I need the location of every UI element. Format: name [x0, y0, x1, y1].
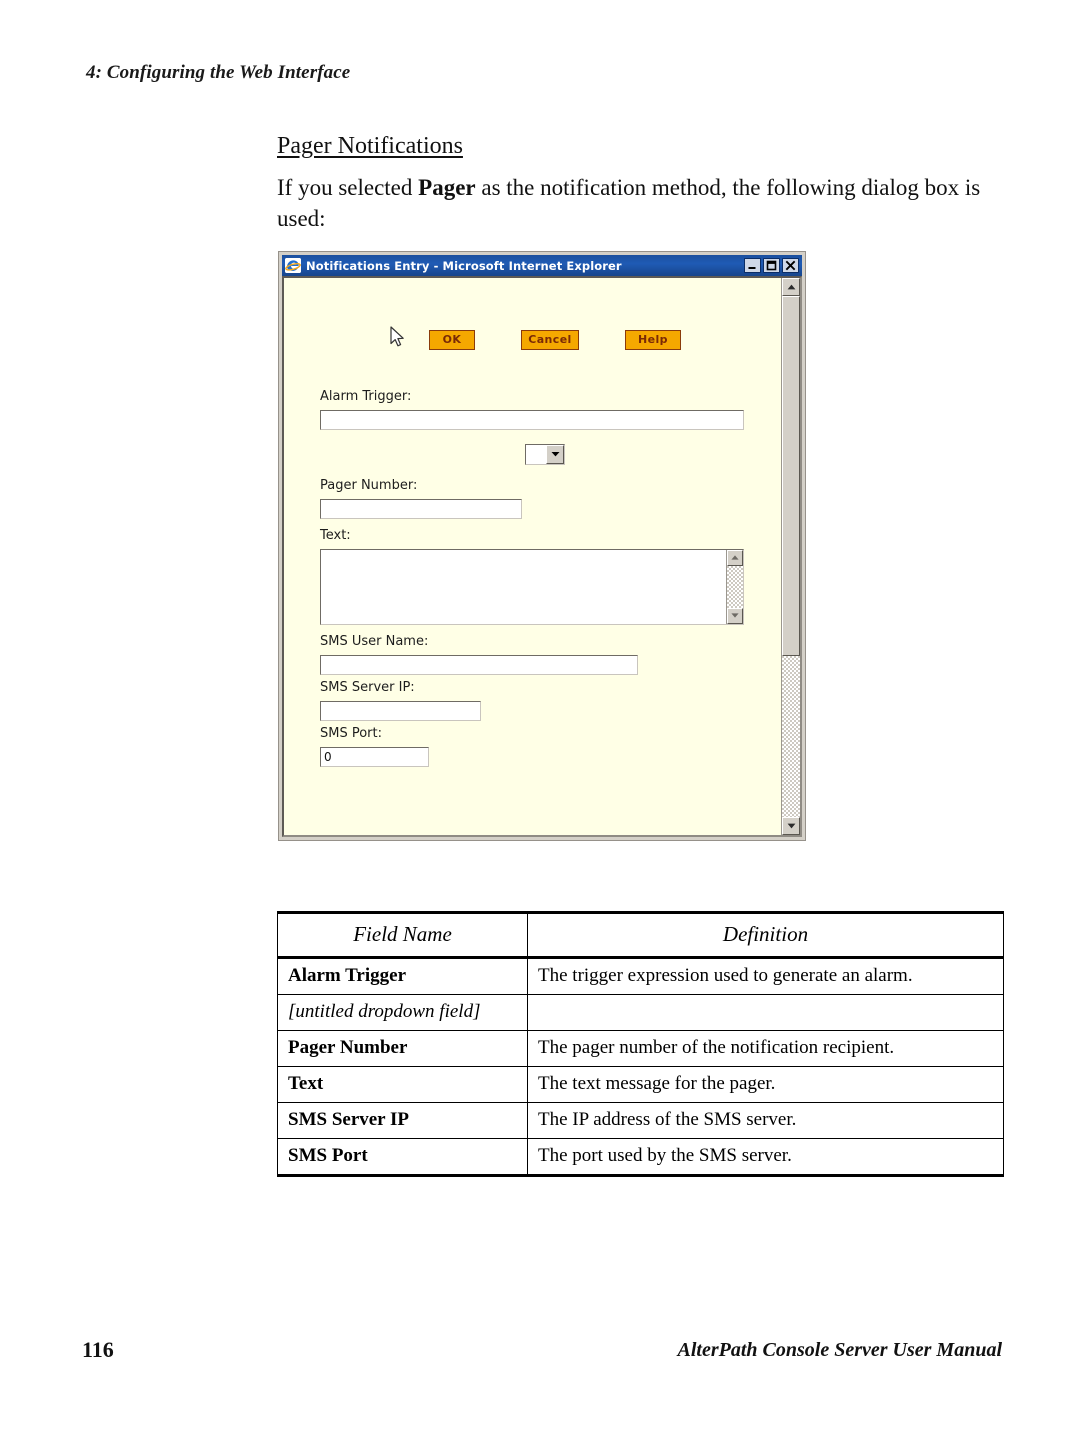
table-row: SMS Server IP The IP address of the SMS …: [277, 1102, 1004, 1139]
cell-field-name: Text: [277, 1066, 528, 1103]
dialog-titlebar[interactable]: Notifications Entry - Microsoft Internet…: [282, 255, 802, 276]
untitled-dropdown[interactable]: [525, 443, 565, 465]
sms-port-input[interactable]: 0: [320, 746, 429, 767]
page-scroll-up-icon[interactable]: [782, 278, 800, 296]
footer-page-number: 116: [82, 1337, 114, 1362]
pager-number-label: Pager Number:: [320, 477, 418, 493]
text-textarea[interactable]: [320, 548, 744, 625]
text-label: Text:: [320, 527, 351, 543]
cell-definition: [527, 994, 1004, 1031]
close-icon[interactable]: [782, 258, 799, 273]
sms-user-name-label: SMS User Name:: [320, 633, 429, 649]
table-row: Alarm Trigger The trigger expression use…: [277, 957, 1004, 995]
intro-paragraph: If you selected Pager as the notificatio…: [277, 172, 1007, 234]
field-definition-table: Field Name Definition Alarm Trigger The …: [277, 911, 1004, 1177]
cell-field-name: Alarm Trigger: [277, 957, 528, 995]
maximize-icon[interactable]: [763, 258, 780, 273]
dialog-button-row: OK Cancel Help: [429, 330, 681, 350]
column-header-definition: Definition: [527, 911, 1004, 959]
minimize-icon[interactable]: [744, 258, 761, 273]
untitled-dropdown-wrap: [320, 443, 775, 465]
textarea-scrollbar[interactable]: [726, 549, 743, 624]
cell-definition: The pager number of the notification rec…: [527, 1030, 1004, 1067]
chevron-down-icon[interactable]: [546, 444, 564, 464]
cell-definition: The trigger expression used to generate …: [527, 957, 1004, 995]
intro-text-before: If you selected: [277, 175, 419, 200]
cell-definition: The port used by the SMS server.: [527, 1138, 1004, 1177]
ok-button[interactable]: OK: [429, 330, 475, 350]
table-row: Text The text message for the pager.: [277, 1066, 1004, 1103]
alarm-trigger-input[interactable]: [320, 409, 744, 430]
dialog-title: Notifications Entry - Microsoft Internet…: [306, 258, 622, 273]
cell-field-name: SMS Port: [277, 1138, 528, 1177]
alarm-trigger-label: Alarm Trigger:: [320, 389, 412, 404]
table-row: SMS Port The port used by the SMS server…: [277, 1138, 1004, 1177]
dialog-client-area: OK Cancel Help Alarm Trigger: Pager Numb…: [282, 276, 802, 837]
table-header-row: Field Name Definition: [277, 911, 1004, 959]
cell-field-name: SMS Server IP: [277, 1102, 528, 1139]
section-heading: Pager Notifications: [277, 133, 463, 159]
mouse-pointer-icon: [389, 326, 407, 350]
table-row: Pager Number The pager number of the not…: [277, 1030, 1004, 1067]
cancel-button[interactable]: Cancel: [521, 330, 579, 350]
dropdown-value: [526, 444, 546, 464]
cell-definition: The IP address of the SMS server.: [527, 1102, 1004, 1139]
footer-manual-title: AlterPath Console Server User Manual: [677, 1339, 1002, 1361]
running-header: 4: Configuring the Web Interface: [86, 62, 351, 83]
page-scrollbar[interactable]: [781, 278, 800, 835]
ie-e-icon: [285, 258, 301, 273]
cell-definition: The text message for the pager.: [527, 1066, 1004, 1103]
dialog-form-content: OK Cancel Help Alarm Trigger: Pager Numb…: [284, 278, 781, 835]
scroll-down-icon[interactable]: [727, 607, 743, 624]
sms-server-ip-input[interactable]: [320, 700, 481, 721]
form-fields: Alarm Trigger: Pager Number: Text: SMS U…: [320, 389, 775, 767]
cell-field-name: [untitled dropdown field]: [277, 994, 528, 1031]
page-scroll-thumb[interactable]: [782, 296, 800, 656]
page-scroll-track[interactable]: [782, 656, 800, 817]
sms-user-name-input[interactable]: [320, 654, 638, 675]
text-textarea-value: [321, 550, 726, 624]
cell-field-name: Pager Number: [277, 1030, 528, 1067]
pager-number-input[interactable]: [320, 498, 522, 519]
page-scroll-down-icon[interactable]: [782, 817, 800, 835]
window-controls: [744, 258, 800, 273]
sms-server-ip-label: SMS Server IP:: [320, 679, 415, 695]
help-button[interactable]: Help: [625, 330, 681, 350]
column-header-field-name: Field Name: [277, 911, 528, 959]
sms-port-label: SMS Port:: [320, 725, 383, 741]
scroll-up-icon[interactable]: [727, 549, 743, 566]
intro-text-bold: Pager: [418, 175, 476, 200]
table-row: [untitled dropdown field]: [277, 994, 1004, 1031]
textarea-scroll-track[interactable]: [727, 565, 743, 608]
notifications-entry-dialog: Notifications Entry - Microsoft Internet…: [278, 251, 806, 841]
